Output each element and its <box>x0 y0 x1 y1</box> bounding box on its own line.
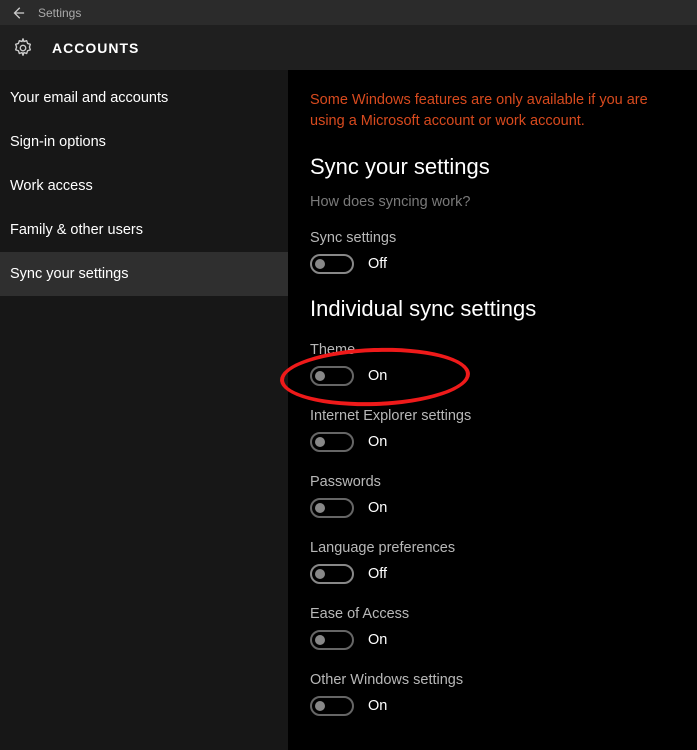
sidebar-item-label: Family & other users <box>10 222 143 238</box>
individual-setting: Theme On <box>310 342 675 386</box>
individual-setting: Language preferences Off <box>310 540 675 584</box>
page-header: ACCOUNTS <box>0 25 697 70</box>
individual-heading: Individual sync settings <box>310 296 675 322</box>
sync-settings-group: Sync settings Off <box>310 230 675 274</box>
sidebar-item-label: Your email and accounts <box>10 90 168 106</box>
setting-label: Passwords <box>310 474 675 490</box>
setting-label: Internet Explorer settings <box>310 408 675 424</box>
setting-toggle[interactable] <box>310 366 354 386</box>
sidebar-item[interactable]: Family & other users <box>0 208 288 252</box>
window-title: Settings <box>38 6 81 20</box>
setting-state: On <box>368 434 387 450</box>
setting-state: On <box>368 698 387 714</box>
setting-toggle[interactable] <box>310 432 354 452</box>
sidebar-item[interactable]: Your email and accounts <box>0 76 288 120</box>
sidebar-item[interactable]: Sign-in options <box>0 120 288 164</box>
sidebar-item[interactable]: Sync your settings <box>0 252 288 296</box>
sidebar-item-label: Work access <box>10 178 93 194</box>
page-title: ACCOUNTS <box>52 40 139 56</box>
titlebar: Settings <box>0 0 697 25</box>
sync-settings-label: Sync settings <box>310 230 675 246</box>
help-link[interactable]: How does syncing work? <box>310 194 675 210</box>
sidebar-item[interactable]: Work access <box>0 164 288 208</box>
sync-settings-state: Off <box>368 256 387 272</box>
back-button[interactable] <box>8 3 28 23</box>
content-pane: Some Windows features are only available… <box>288 70 697 750</box>
setting-toggle[interactable] <box>310 630 354 650</box>
setting-state: Off <box>368 566 387 582</box>
sidebar-item-label: Sync your settings <box>10 266 128 282</box>
warning-message: Some Windows features are only available… <box>310 90 675 132</box>
setting-toggle[interactable] <box>310 696 354 716</box>
sync-settings-toggle[interactable] <box>310 254 354 274</box>
section-heading: Sync your settings <box>310 154 675 180</box>
individual-setting: Passwords On <box>310 474 675 518</box>
setting-label: Theme <box>310 342 675 358</box>
setting-toggle[interactable] <box>310 564 354 584</box>
individual-setting: Internet Explorer settings On <box>310 408 675 452</box>
setting-label: Language preferences <box>310 540 675 556</box>
setting-label: Ease of Access <box>310 606 675 622</box>
setting-state: On <box>368 500 387 516</box>
back-arrow-icon <box>11 6 25 20</box>
individual-setting: Other Windows settings On <box>310 672 675 716</box>
sidebar-item-label: Sign-in options <box>10 134 106 150</box>
gear-icon <box>12 37 34 59</box>
sidebar: Your email and accounts Sign-in options Wo… <box>0 70 288 750</box>
setting-toggle[interactable] <box>310 498 354 518</box>
setting-label: Other Windows settings <box>310 672 675 688</box>
setting-state: On <box>368 368 387 384</box>
individual-setting: Ease of Access On <box>310 606 675 650</box>
setting-state: On <box>368 632 387 648</box>
